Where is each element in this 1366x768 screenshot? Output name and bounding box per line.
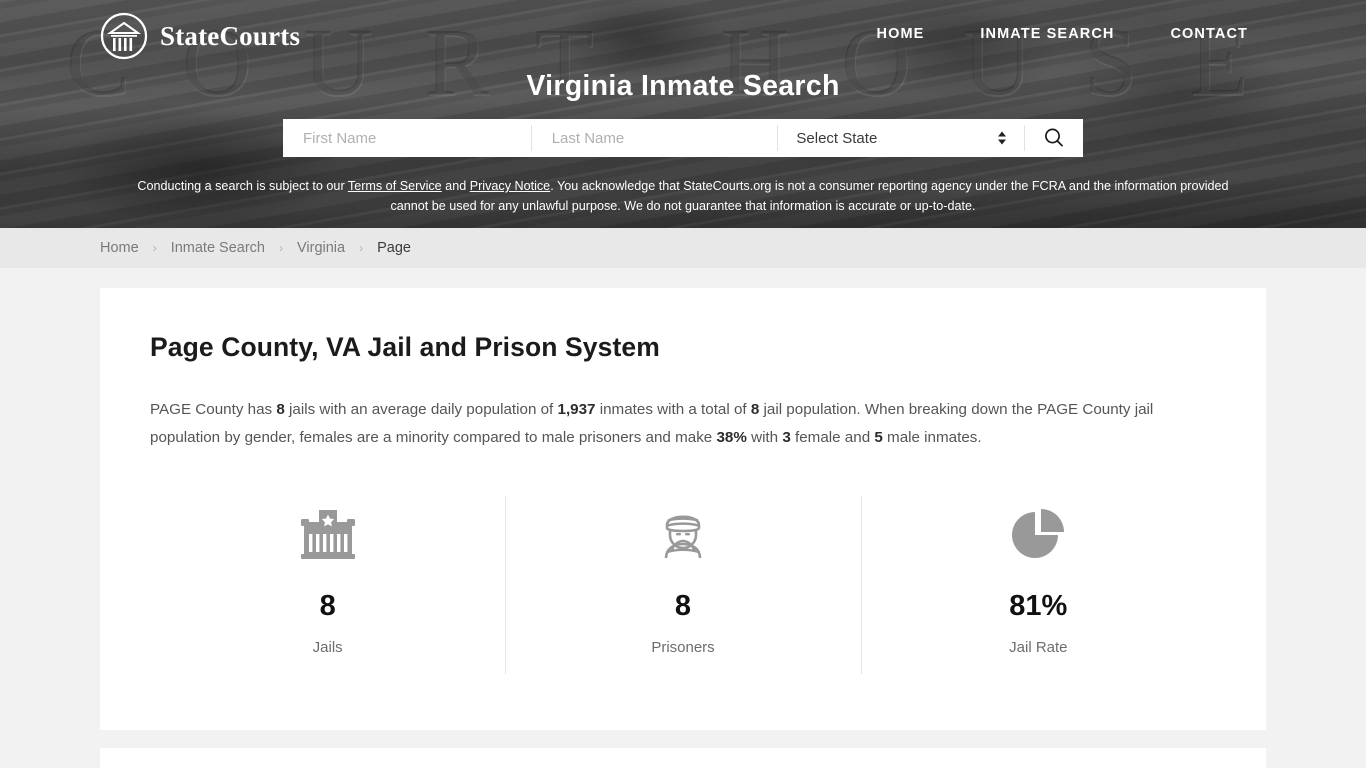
intro-female-count: 3 <box>782 429 791 446</box>
intro-male-count: 5 <box>874 429 883 446</box>
terms-of-service-link[interactable]: Terms of Service <box>348 179 442 193</box>
stat-jails-value: 8 <box>319 590 336 622</box>
search-disclaimer: Conducting a search is subject to our Te… <box>137 176 1229 216</box>
breadcrumb-item-page: Page <box>377 240 411 256</box>
intro-text-2: jails with an average daily population o… <box>284 401 558 418</box>
breadcrumb-item-virginia[interactable]: Virginia <box>297 240 345 256</box>
page-title: Page County, VA Jail and Prison System <box>150 332 660 362</box>
disclaimer-text-2: and <box>441 179 470 193</box>
stat-jail-rate: 81% Jail Rate <box>860 496 1216 674</box>
intro-text-3: inmates with a total of <box>595 401 751 418</box>
stat-prisoners: 8 Prisoners <box>505 496 860 674</box>
county-intro-paragraph: PAGE County has 8 jails with an average … <box>150 396 1196 452</box>
privacy-notice-link[interactable]: Privacy Notice <box>470 179 550 193</box>
nav-item-inmate-search[interactable]: INMATE SEARCH <box>952 26 1142 42</box>
stat-jails-label: Jails <box>312 639 343 656</box>
stat-jail-rate-label: Jail Rate <box>1009 639 1068 656</box>
intro-female-percent: 38% <box>716 429 747 446</box>
stat-jails: 8 Jails <box>150 496 505 672</box>
breadcrumb-separator: › <box>359 241 364 255</box>
prisoner-icon <box>650 502 716 568</box>
state-select-wrapper: Select State <box>778 119 1025 157</box>
search-button[interactable] <box>1025 119 1083 157</box>
stat-prisoners-label: Prisoners <box>651 639 715 656</box>
hero-title: Virginia Inmate Search <box>526 70 840 102</box>
jail-building-icon <box>295 502 361 568</box>
inmate-search-bar: Select State <box>283 119 1083 157</box>
nav-item-contact[interactable]: CONTACT <box>1142 26 1276 42</box>
page-content: Page County, VA Jail and Prison System P… <box>0 288 1366 768</box>
main-navigation: HOME INMATE SEARCH CONTACT <box>849 26 1276 42</box>
stat-jail-rate-value: 81% <box>1009 590 1068 622</box>
intro-text-7: male inmates. <box>882 429 982 446</box>
first-name-input[interactable] <box>283 119 531 157</box>
site-logo[interactable]: StateCourts <box>100 12 300 60</box>
secondary-card <box>100 748 1266 768</box>
breadcrumb-separator: › <box>279 241 283 255</box>
breadcrumb-item-home[interactable]: Home <box>100 240 139 256</box>
intro-text-5: with <box>746 429 783 446</box>
breadcrumb-separator: › <box>152 241 157 255</box>
courthouse-circle-icon <box>100 12 148 60</box>
breadcrumb: Home › Inmate Search › Virginia › Page <box>100 240 411 256</box>
magnifier-icon <box>1045 128 1063 147</box>
pie-chart-icon <box>1005 502 1071 568</box>
state-select[interactable]: Select State <box>778 119 1025 157</box>
county-overview-card: Page County, VA Jail and Prison System P… <box>100 288 1266 730</box>
intro-jails-count: 8 <box>276 401 285 418</box>
nav-item-home[interactable]: HOME <box>849 26 953 42</box>
breadcrumb-bar: Home › Inmate Search › Virginia › Page <box>0 228 1366 268</box>
disclaimer-text-1: Conducting a search is subject to our <box>137 179 348 193</box>
last-name-input[interactable] <box>531 119 778 157</box>
logo-text: StateCourts <box>160 20 301 51</box>
intro-avg-daily-population: 1,937 <box>557 401 596 418</box>
site-header: COURT HOUSE StateCourts HOME INMATE SEAR… <box>0 0 1366 228</box>
breadcrumb-item-inmate-search[interactable]: Inmate Search <box>171 240 265 256</box>
intro-text-6: female and <box>790 429 875 446</box>
stat-prisoners-value: 8 <box>674 590 692 622</box>
intro-text-1: PAGE County has <box>150 401 277 418</box>
county-stats: 8 Jails 8 Prisoners 81% Jail Rate <box>150 496 1216 674</box>
